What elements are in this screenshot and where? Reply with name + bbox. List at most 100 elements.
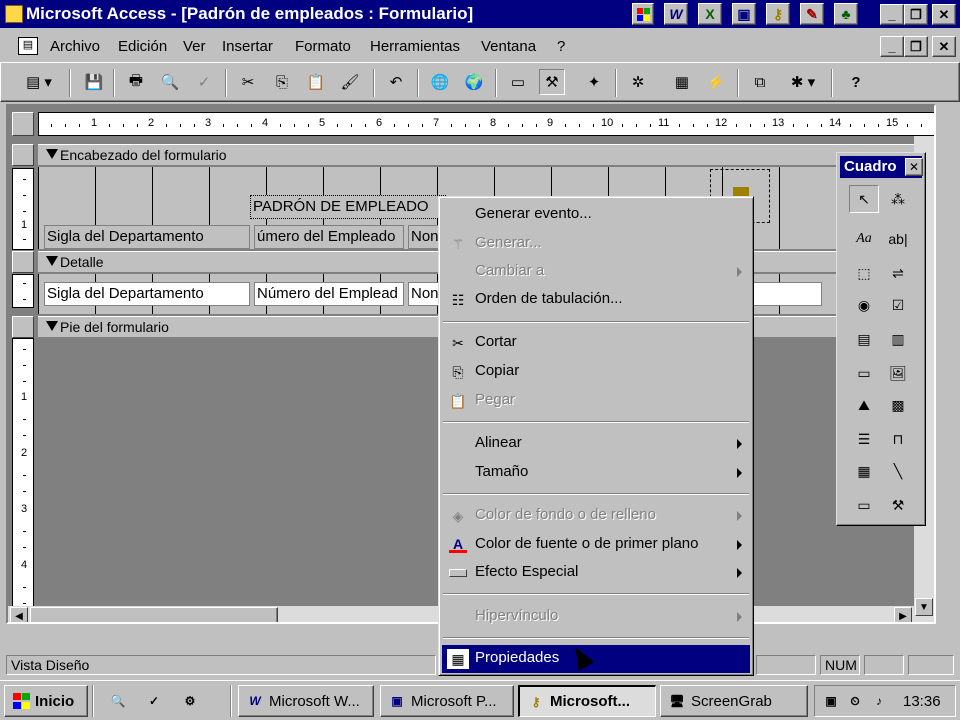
schedule-icon[interactable]: ✎: [800, 3, 824, 25]
excel-icon[interactable]: X: [698, 3, 722, 25]
menu-item-cortar[interactable]: ✂ Cortar: [442, 329, 750, 357]
menu-item-cambiar-a[interactable]: Cambiar a: [442, 258, 750, 286]
horizontal-scroll-thumb[interactable]: [30, 607, 278, 622]
menu-item-generar[interactable]: ⚚ Generar...: [442, 230, 750, 258]
undo-icon[interactable]: ↶: [383, 69, 409, 95]
menu-item-pegar[interactable]: 📋 Pegar: [442, 387, 750, 415]
spelling-icon[interactable]: ✓: [191, 69, 217, 95]
page-break-icon[interactable]: ☰: [849, 425, 879, 453]
header-label-nombre[interactable]: Non: [408, 225, 442, 249]
task-microsoft-powerpoint[interactable]: ▣ Microsoft P...: [380, 685, 514, 717]
extra-field[interactable]: [750, 282, 822, 306]
menu-insertar[interactable]: Insertar: [222, 38, 273, 55]
menu-item-propiedades[interactable]: ▦ Propiedades: [442, 645, 750, 673]
access-key-icon[interactable]: [5, 5, 23, 23]
copy-icon[interactable]: ⎘: [269, 69, 295, 95]
powerpoint-icon[interactable]: ▣: [732, 3, 756, 25]
menu-item-efecto-especial[interactable]: Efecto Especial: [442, 559, 750, 587]
quicklaunch-tools-icon[interactable]: ⚙: [176, 685, 208, 717]
app-close-button[interactable]: ✕: [932, 4, 956, 25]
menu-item-color-fuente[interactable]: A Color de fuente o de primer plano: [442, 531, 750, 559]
combo-box-icon[interactable]: ▤: [849, 325, 879, 353]
properties-toolbar-icon[interactable]: ▦: [669, 69, 695, 95]
header-label-sigla[interactable]: Sigla del Departamento: [44, 225, 250, 249]
doc-minimize-button[interactable]: _: [880, 36, 904, 57]
select-objects-icon[interactable]: ↖: [849, 185, 879, 213]
tray-app-icon[interactable]: ▣: [821, 692, 841, 710]
cut-icon[interactable]: ✂: [235, 69, 261, 95]
field-list-icon[interactable]: ▭: [505, 69, 531, 95]
scroll-right-icon[interactable]: ▶: [894, 607, 912, 622]
app-restore-button[interactable]: ❐: [904, 4, 928, 25]
tray-clock-icon[interactable]: ⏲: [845, 692, 865, 710]
footer-section-selector[interactable]: [12, 316, 34, 338]
sigla-departamento-field[interactable]: Sigla del Departamento: [44, 282, 250, 306]
header-label-numero[interactable]: úmero del Empleado: [254, 225, 404, 249]
scroll-left-icon[interactable]: ◀: [10, 607, 28, 622]
menu-item-alinear[interactable]: Alinear: [442, 430, 750, 458]
clock[interactable]: 13:36: [903, 693, 941, 710]
menu-archivo[interactable]: Archivo: [50, 38, 100, 55]
save-icon[interactable]: 💾: [81, 69, 107, 95]
task-screengrab[interactable]: 🖥 ScreenGrab: [660, 685, 808, 717]
control-wizards-icon[interactable]: ⁂: [883, 185, 913, 213]
insert-hyperlink-icon[interactable]: 🌐: [427, 69, 453, 95]
check-box-icon[interactable]: ☑: [883, 291, 913, 319]
paste-icon[interactable]: 📋: [303, 69, 329, 95]
subform-icon[interactable]: ▦: [849, 457, 879, 485]
tray-volume-icon[interactable]: ♪: [869, 692, 889, 710]
form-title-label[interactable]: PADRÓN DE EMPLEADO: [250, 195, 446, 219]
menu-ver[interactable]: Ver: [183, 38, 206, 55]
unbound-object-frame-icon[interactable]: ⛰: [849, 391, 879, 419]
access-icon[interactable]: ⚷: [766, 3, 790, 25]
doc-restore-button[interactable]: ❐: [904, 36, 928, 57]
binder-icon[interactable]: ♣: [834, 3, 858, 25]
tab-control-icon[interactable]: ⊓: [883, 425, 913, 453]
menu-item-color-fondo[interactable]: ◈ Color de fondo o de relleno: [442, 502, 750, 530]
print-icon[interactable]: 🖶: [123, 69, 149, 95]
bound-object-frame-icon[interactable]: ▩: [883, 391, 913, 419]
menu-item-orden-tabulacion[interactable]: ☷ Orden de tabulación...: [442, 286, 750, 314]
task-microsoft-access[interactable]: ⚷ Microsoft...: [518, 685, 656, 717]
word-icon[interactable]: W: [664, 3, 688, 25]
doc-close-button[interactable]: ✕: [932, 36, 956, 57]
menu-item-tamano[interactable]: Tamaño: [442, 459, 750, 487]
detail-section-selector[interactable]: [12, 251, 34, 273]
header-section-selector[interactable]: [12, 144, 34, 166]
toolbox-close-button[interactable]: ✕: [905, 158, 923, 176]
code-icon[interactable]: ✲: [625, 69, 651, 95]
form-control-menu-icon[interactable]: ▤: [18, 37, 38, 55]
toggle-button-icon[interactable]: ⇌: [883, 259, 913, 287]
menu-item-generar-evento[interactable]: Generar evento...: [442, 201, 750, 229]
rectangle-icon[interactable]: ▭: [849, 491, 879, 519]
print-preview-icon[interactable]: 🔍: [157, 69, 183, 95]
task-microsoft-word[interactable]: W Microsoft W...: [238, 685, 374, 717]
form-selector[interactable]: [12, 112, 34, 136]
new-object-icon[interactable]: ✱ ▾: [781, 69, 825, 95]
start-button[interactable]: Inicio: [4, 685, 88, 717]
office-logo-icon[interactable]: [632, 3, 654, 25]
header-section-bar[interactable]: Encabezado del formulario: [38, 144, 934, 166]
line-icon[interactable]: ╲: [883, 457, 913, 485]
text-box-icon[interactable]: ab|: [883, 225, 913, 253]
option-group-icon[interactable]: ⬚: [849, 259, 879, 287]
menu-herramientas[interactable]: Herramientas: [370, 38, 460, 55]
help-icon[interactable]: ?: [843, 69, 869, 95]
build-icon[interactable]: ⚡: [703, 69, 729, 95]
autoformat-icon[interactable]: ✦: [581, 69, 607, 95]
quicklaunch-desktop-icon[interactable]: ✓: [140, 685, 172, 717]
label-icon[interactable]: Aa: [849, 225, 879, 253]
menu-ventana[interactable]: Ventana: [481, 38, 536, 55]
title-bar[interactable]: Microsoft Access - [Padrón de empleados …: [0, 0, 960, 28]
list-box-icon[interactable]: ▥: [883, 325, 913, 353]
format-painter-icon[interactable]: 🖌: [337, 69, 363, 95]
option-button-icon[interactable]: ◉: [849, 291, 879, 319]
more-controls-icon[interactable]: ⚒: [883, 491, 913, 519]
command-button-icon[interactable]: ▭: [849, 359, 879, 387]
view-icon[interactable]: ▤ ▾: [17, 69, 61, 95]
numero-empleado-field[interactable]: Número del Emplead: [254, 282, 404, 306]
menu-edicion[interactable]: Edición: [118, 38, 167, 55]
image-icon[interactable]: 🖼: [883, 359, 913, 387]
quicklaunch-explorer-icon[interactable]: 🔍: [104, 685, 136, 717]
app-minimize-button[interactable]: _: [880, 4, 904, 25]
